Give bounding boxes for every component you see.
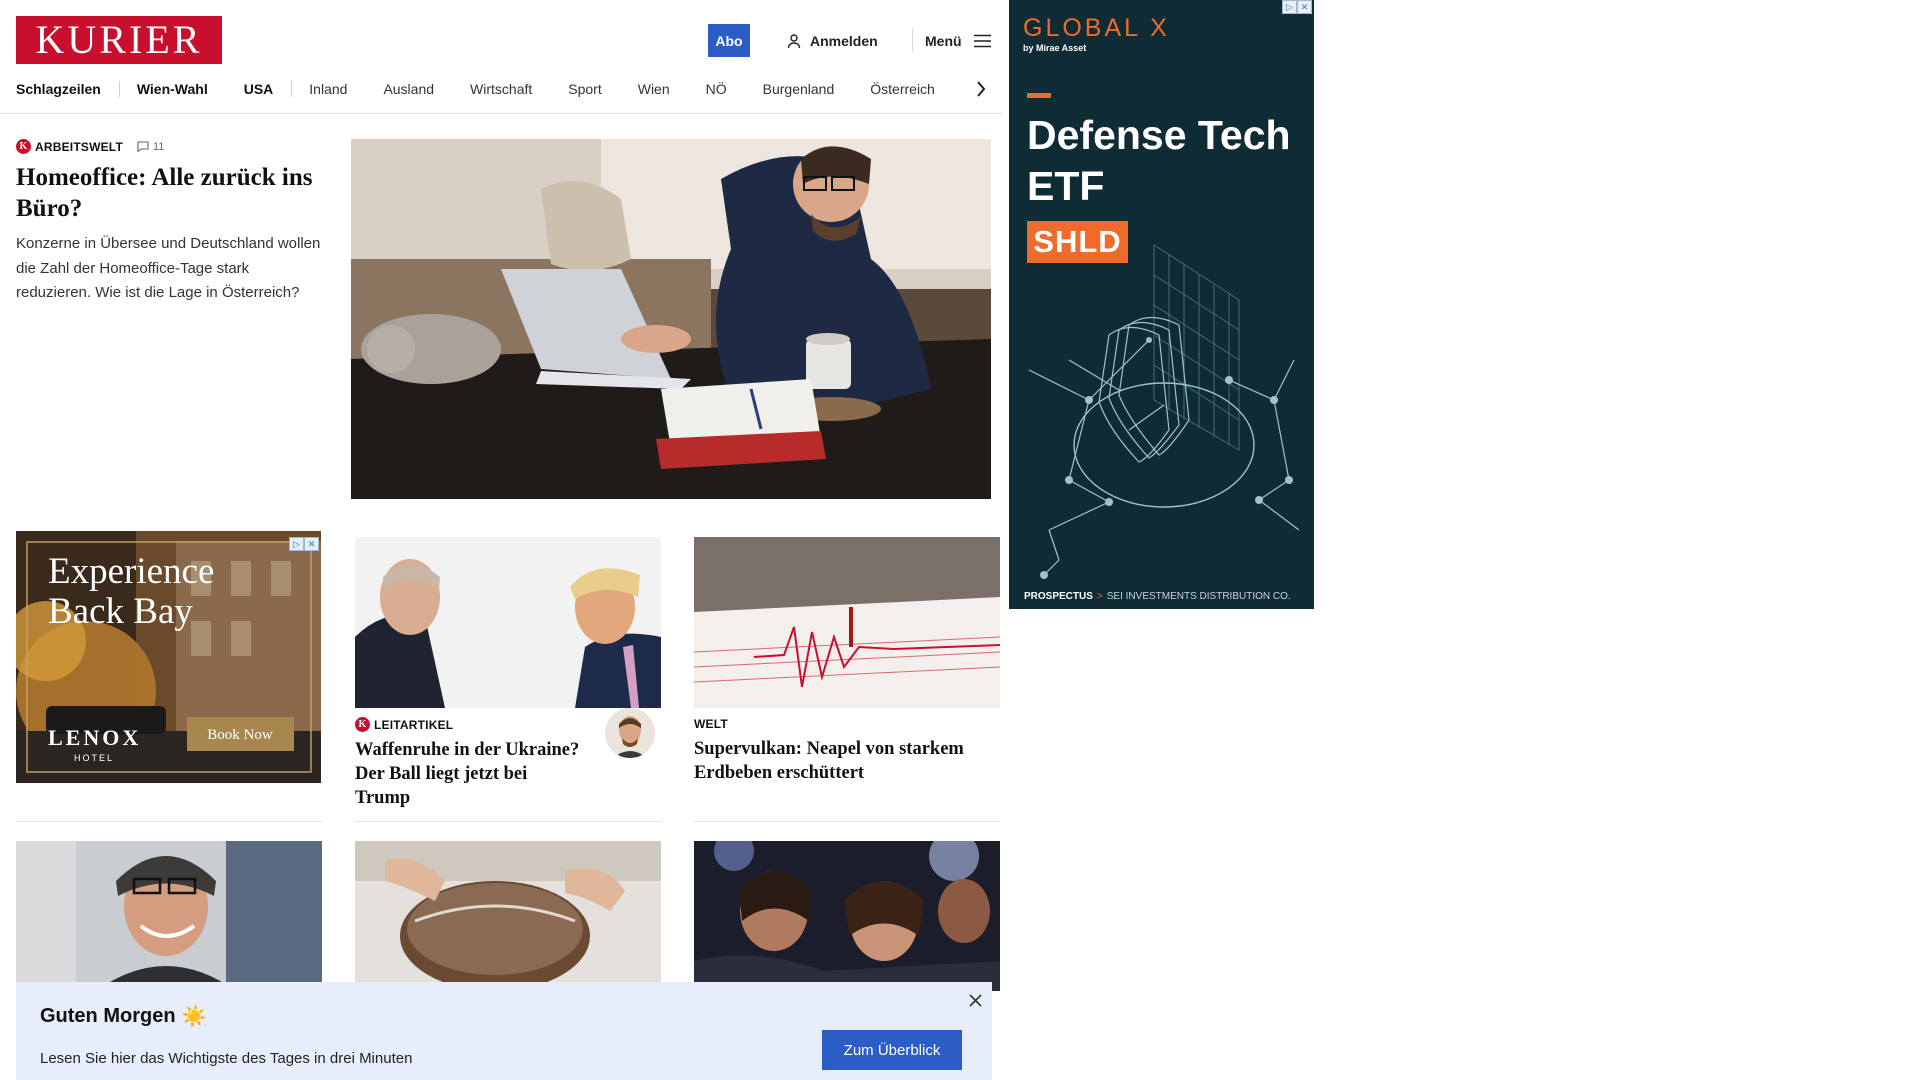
ad-close-icon[interactable]: ✕ — [304, 537, 319, 551]
main-navigation: Schlagzeilen Wien-Wahl USA Inland Auslan… — [16, 76, 992, 102]
lead-image-homeoffice[interactable] — [351, 139, 991, 499]
globalx-logo: GLOBAL X — [1023, 14, 1170, 42]
card-title[interactable]: Waffenruhe in der Ukraine? Der Ball lieg… — [355, 738, 585, 810]
nav-item-inland[interactable]: Inland — [309, 81, 383, 97]
seismograph-photo — [694, 537, 1000, 708]
ad-brand: LENOX — [48, 725, 141, 750]
login-label: Anmelden — [810, 32, 878, 49]
nav-divider — [118, 81, 120, 97]
nav-divider — [291, 81, 293, 97]
kurier-logo[interactable]: KURIER — [16, 16, 222, 64]
row-divider — [355, 821, 661, 822]
ad-headline: Defense Tech ETF — [1027, 112, 1291, 209]
banner-subtitle: Lesen Sie hier das Wichtigste des Tages … — [40, 1050, 413, 1067]
lead-category-label: ARBEITSWELT — [35, 139, 123, 154]
morning-briefing-banner: Guten Morgen ☀️ Lesen Sie hier das Wicht… — [16, 982, 992, 1080]
card-title[interactable]: Supervulkan: Neapel von starkem Erdbeben… — [694, 737, 1000, 785]
card-image-putin-trump[interactable] — [355, 537, 661, 708]
nav-item-noe[interactable]: NÖ — [706, 81, 763, 97]
adchoices-icon[interactable]: ▷ — [289, 537, 304, 551]
homeoffice-photo — [351, 139, 991, 499]
login-button[interactable]: Anmelden — [786, 24, 878, 57]
lead-category[interactable]: K ARBEITSWELT — [16, 139, 123, 154]
card-category[interactable]: K LEITARTIKEL — [355, 717, 585, 732]
ad-footer: PROSPECTUS > SEI INVESTMENTS DISTRIBUTIO… — [1024, 591, 1291, 602]
sun-icon: ☀️ — [181, 1006, 207, 1028]
nav-scroll-right-button[interactable] — [970, 76, 992, 102]
card-image-seismograph[interactable] — [694, 537, 1000, 708]
nav-item-sport[interactable]: Sport — [568, 81, 637, 97]
row-divider — [16, 821, 322, 822]
banner-close-button[interactable] — [966, 991, 984, 1009]
lead-title[interactable]: Homeoffice: Alle zurück ins Büro? — [16, 162, 322, 224]
accent-dash — [1027, 93, 1051, 98]
shield-network-graphic — [1028, 244, 1300, 579]
man-portrait-photo — [16, 841, 322, 991]
nav-item-ausland[interactable]: Ausland — [383, 81, 470, 97]
author-avatar[interactable] — [605, 708, 655, 758]
nav-divider-line — [0, 113, 1002, 114]
hamburger-icon — [973, 34, 991, 47]
lead-description: Konzerne in Übersee und Deutschland woll… — [16, 235, 321, 301]
comment-icon — [137, 141, 149, 152]
ad-headline-line1: Experience — [48, 551, 214, 592]
ad-brand-sub: HOTEL — [74, 753, 114, 763]
menu-label: Menü — [925, 32, 962, 49]
ad-headline-line2: Back Bay — [48, 591, 193, 632]
lenox-ad-graphic: Experience Back Bay LENOX HOTEL Book Now — [16, 531, 321, 783]
nav-item-burgenland[interactable]: Burgenland — [763, 81, 871, 97]
globalx-sub: by Mirae Asset — [1023, 43, 1087, 53]
footer-arrow: > — [1096, 591, 1103, 602]
putin-trump-photo — [355, 537, 661, 708]
lead-article[interactable]: K ARBEITSWELT 11 Homeoffice: Alle zurück… — [16, 139, 322, 306]
close-icon — [968, 993, 982, 1007]
user-icon — [787, 33, 801, 48]
kurier-site: KURIER Abo Anmelden Menü Schlagzeilen Wi… — [0, 0, 1002, 1080]
banner-title: Guten Morgen ☀️ — [40, 1004, 206, 1029]
card-category-label: WELT — [694, 717, 728, 731]
footer-distributor: SEI INVESTMENTS DISTRIBUTION CO. — [1106, 591, 1291, 602]
kurier-plus-badge-icon: K — [16, 139, 31, 154]
prospectus-link[interactable]: PROSPECTUS — [1024, 591, 1093, 602]
row-divider — [694, 821, 1000, 822]
adchoices-icon[interactable]: ▷ — [1282, 0, 1297, 14]
header-divider — [912, 28, 913, 52]
ad-close-icon[interactable]: ✕ — [1297, 0, 1312, 14]
ad-cta-label: Book Now — [207, 727, 273, 743]
side-ad-choices-marks[interactable]: ▷ ✕ — [1282, 0, 1312, 14]
logo-text: KURIER — [35, 17, 203, 62]
comment-count[interactable]: 11 — [137, 141, 164, 153]
card-image-man-beanie[interactable] — [16, 841, 322, 991]
abo-button[interactable]: Abo — [708, 24, 750, 57]
bread-photo — [355, 841, 661, 991]
author-portrait — [605, 708, 655, 758]
nav-item-usa[interactable]: USA — [244, 81, 310, 97]
nav-item-oesterreich[interactable]: Österreich — [870, 81, 971, 97]
chevron-right-icon — [977, 81, 986, 97]
card-image-bread[interactable] — [355, 841, 661, 991]
menu-button[interactable]: Menü — [925, 24, 991, 57]
party-crowd-photo — [694, 841, 1000, 991]
ad-choices-marks[interactable]: ▷ ✕ — [289, 537, 319, 551]
nav-item-wirtschaft[interactable]: Wirtschaft — [470, 81, 568, 97]
banner-title-text: Guten Morgen — [40, 1005, 176, 1027]
card-category-label: LEITARTIKEL — [374, 717, 454, 732]
global-x-ad[interactable]: GLOBAL X by Mirae Asset Defense Tech ETF… — [1009, 0, 1314, 609]
card-image-party[interactable] — [694, 841, 1000, 991]
card-leitartikel[interactable]: K LEITARTIKEL Waffenruhe in der Ukraine?… — [355, 717, 585, 810]
kurier-plus-badge-icon: K — [355, 717, 370, 732]
card-category[interactable]: WELT — [694, 717, 1000, 731]
comment-count-value: 11 — [152, 140, 165, 153]
overview-button[interactable]: Zum Überblick — [822, 1030, 962, 1070]
card-welt[interactable]: WELT Supervulkan: Neapel von starkem Erd… — [694, 717, 1000, 785]
nav-item-wien[interactable]: Wien — [638, 81, 706, 97]
nav-item-wien-wahl[interactable]: Wien-Wahl — [137, 81, 244, 97]
lenox-hotel-ad[interactable]: Experience Back Bay LENOX HOTEL Book Now — [16, 531, 321, 783]
